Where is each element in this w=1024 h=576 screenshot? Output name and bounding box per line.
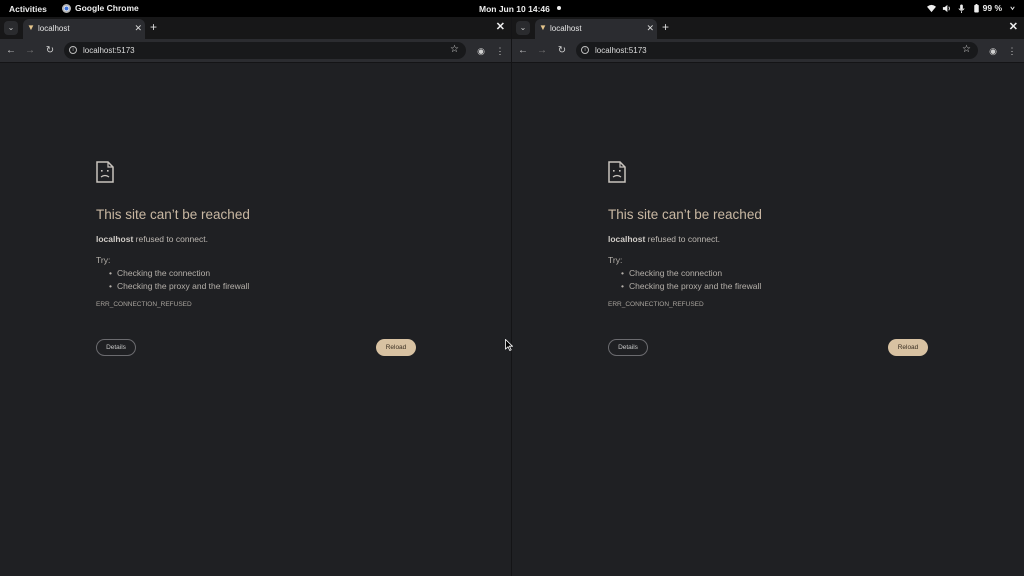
suggestion-list: Checking the connection Checking the pro…	[109, 268, 249, 294]
tab-strip: ⌄ ▼ localhost ✕ + ✕	[0, 17, 511, 39]
plus-icon[interactable]: +	[662, 20, 669, 34]
system-top-bar: Activities Google Chrome Mon Jun 10 14:4…	[0, 0, 1024, 17]
tab-localhost[interactable]: ▼ localhost ✕	[23, 19, 145, 39]
chrome-icon	[62, 3, 71, 13]
reload-icon[interactable]: ↻	[555, 44, 569, 58]
error-message: refused to connect.	[645, 234, 720, 244]
close-icon[interactable]: ✕	[1009, 20, 1018, 33]
suggestion-item: Checking the proxy and the firewall	[109, 281, 249, 294]
wifi-icon	[926, 4, 936, 12]
browser-window-right: ⌄ ▼ localhost ✕ + ✕ ← → ↻ i localhost:51…	[512, 17, 1024, 576]
extension-icon[interactable]: ◉	[987, 45, 999, 57]
suggestion-item: Checking the proxy and the firewall	[621, 281, 761, 294]
kebab-menu-icon[interactable]: ⋮	[494, 45, 506, 57]
sad-page-icon	[96, 161, 114, 183]
tab-title: localhost	[550, 24, 582, 33]
star-icon[interactable]: ☆	[962, 44, 971, 55]
error-heading: This site can’t be reached	[96, 207, 250, 222]
kebab-menu-icon[interactable]: ⋮	[1006, 45, 1018, 57]
error-description: localhost refused to connect.	[608, 234, 720, 244]
suggestion-list: Checking the connection Checking the pro…	[621, 268, 761, 294]
error-heading: This site can’t be reached	[608, 207, 762, 222]
back-icon[interactable]: ←	[4, 44, 18, 58]
url-text[interactable]: localhost:5173	[595, 46, 647, 55]
try-label: Try:	[608, 255, 623, 265]
vite-favicon-icon: ▼	[539, 23, 547, 32]
close-icon[interactable]: ✕	[134, 23, 142, 34]
mouse-cursor-icon	[505, 339, 513, 351]
details-button[interactable]: Details	[96, 339, 136, 356]
reload-button[interactable]: Reload	[376, 339, 416, 356]
browser-toolbar: ← → ↻ i localhost:5173 ☆ ◉ ⋮	[512, 39, 1024, 63]
volume-icon	[942, 4, 950, 12]
extension-icon[interactable]: ◉	[475, 45, 487, 57]
try-label: Try:	[96, 255, 111, 265]
tab-title: localhost	[38, 24, 70, 33]
star-icon[interactable]: ☆	[450, 44, 459, 55]
suggestion-item: Checking the connection	[621, 268, 761, 281]
notification-dot-icon	[557, 6, 561, 10]
details-button[interactable]: Details	[608, 339, 648, 356]
error-page: This site can’t be reached localhost ref…	[0, 64, 511, 576]
info-icon[interactable]: i	[581, 46, 589, 54]
error-message: refused to connect.	[133, 234, 208, 244]
error-description: localhost refused to connect.	[96, 234, 208, 244]
chevron-down-icon[interactable]: ⌄	[516, 21, 530, 35]
back-icon[interactable]: ←	[516, 44, 530, 58]
address-bar[interactable]: i localhost:5173 ☆	[576, 42, 978, 59]
error-page: This site can’t be reached localhost ref…	[512, 64, 1024, 576]
forward-icon[interactable]: →	[535, 44, 549, 58]
chevron-down-icon[interactable]: ⌄	[4, 21, 18, 35]
power-menu-icon	[1010, 5, 1015, 10]
error-code: ERR_CONNECTION_REFUSED	[608, 301, 704, 308]
app-name: Google Chrome	[75, 3, 139, 13]
error-host: localhost	[96, 234, 134, 244]
browser-window-left: ⌄ ▼ localhost ✕ + ✕ ← → ↻ i localhost:51…	[0, 17, 512, 576]
sad-page-icon	[608, 161, 626, 183]
reload-icon[interactable]: ↻	[43, 44, 57, 58]
activities-button[interactable]: Activities	[9, 4, 47, 14]
browser-toolbar: ← → ↻ i localhost:5173 ☆ ◉ ⋮	[0, 39, 511, 63]
battery-icon	[973, 3, 979, 13]
error-code: ERR_CONNECTION_REFUSED	[96, 301, 192, 308]
system-tray[interactable]: 99 %	[926, 3, 1017, 13]
suggestion-item: Checking the connection	[109, 268, 249, 281]
close-icon[interactable]: ✕	[496, 20, 505, 33]
url-text[interactable]: localhost:5173	[83, 46, 135, 55]
reload-button[interactable]: Reload	[888, 339, 928, 356]
tab-localhost[interactable]: ▼ localhost ✕	[535, 19, 657, 39]
mic-icon	[958, 3, 965, 13]
battery-percentage: 99 %	[982, 3, 1002, 13]
forward-icon[interactable]: →	[23, 44, 37, 58]
vite-favicon-icon: ▼	[27, 23, 35, 32]
error-host: localhost	[608, 234, 646, 244]
address-bar[interactable]: i localhost:5173 ☆	[64, 42, 466, 59]
tab-strip: ⌄ ▼ localhost ✕ + ✕	[512, 17, 1024, 39]
close-icon[interactable]: ✕	[646, 23, 654, 34]
info-icon[interactable]: i	[69, 46, 77, 54]
app-menu[interactable]: Google Chrome	[62, 3, 139, 13]
plus-icon[interactable]: +	[150, 20, 157, 34]
clock[interactable]: Mon Jun 10 14:46	[479, 4, 550, 14]
